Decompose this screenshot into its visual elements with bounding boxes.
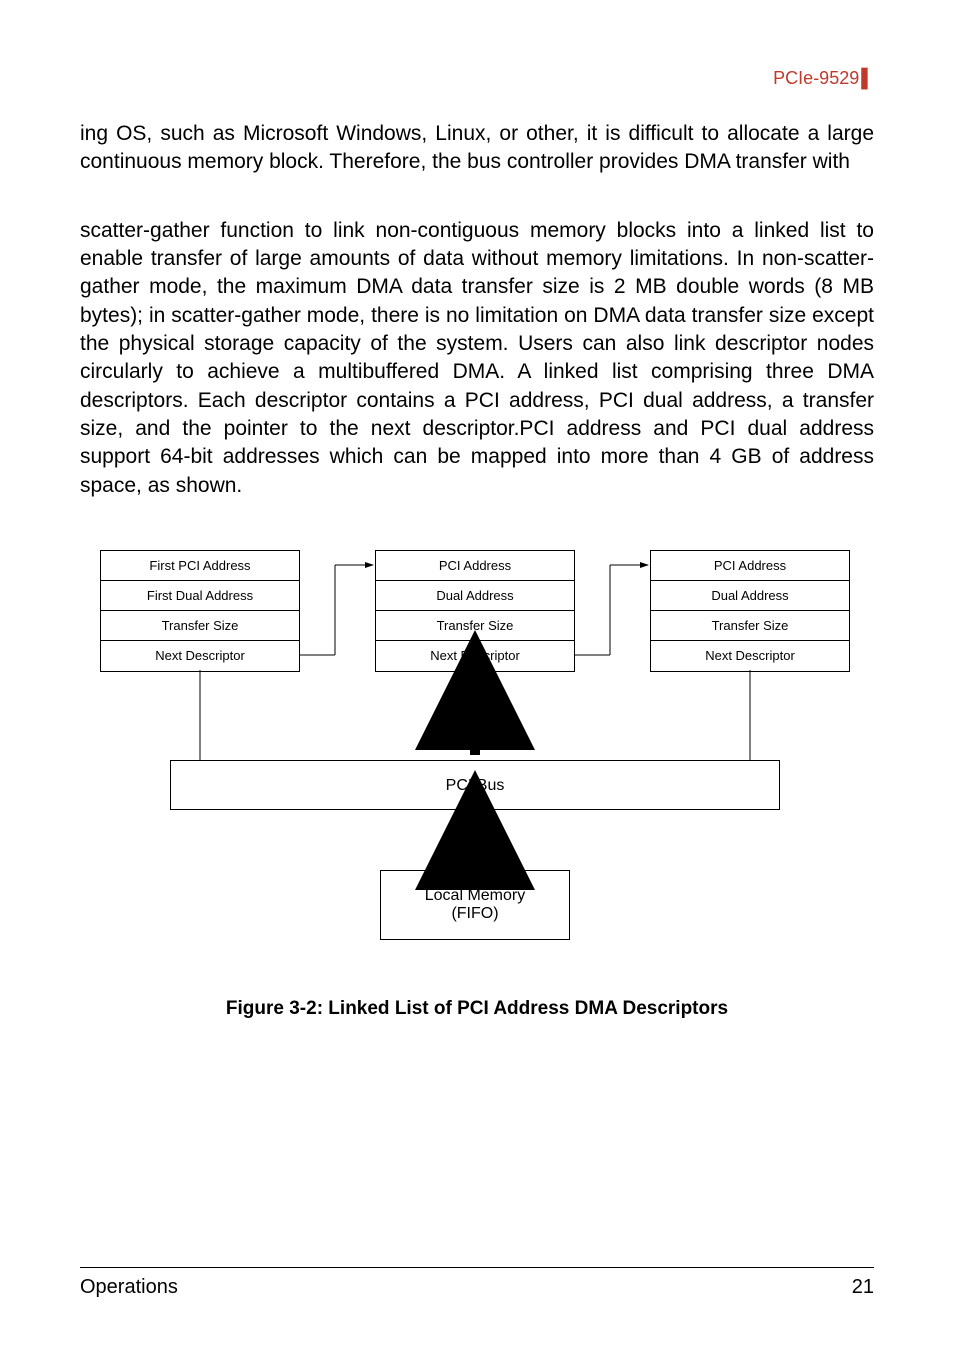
header-product-label: PCIe-9529▌ bbox=[773, 68, 874, 89]
block1-row2: First Dual Address bbox=[101, 581, 299, 611]
block3-row4: Next Descriptor bbox=[651, 641, 849, 671]
block3-row3: Transfer Size bbox=[651, 611, 849, 641]
pci-bus-box: PCI Bus bbox=[170, 760, 780, 810]
paragraph-1: ing OS, such as Microsoft Windows, Linux… bbox=[80, 120, 874, 177]
footer-section: Operations bbox=[80, 1276, 178, 1299]
figure-caption: Figure 3-2: Linked List of PCI Address D… bbox=[80, 998, 874, 1020]
pci-bus-label: PCI Bus bbox=[446, 777, 505, 794]
block2-row3: Transfer Size bbox=[376, 611, 574, 641]
header-bar-icon: ▌ bbox=[859, 68, 874, 88]
block1-row3: Transfer Size bbox=[101, 611, 299, 641]
paragraph-2: scatter-gather function to link non-cont… bbox=[80, 217, 874, 500]
local-memory-box: Local Memory (FIFO) bbox=[380, 870, 570, 940]
page-footer: Operations 21 bbox=[80, 1267, 874, 1299]
block1-row4: Next Descriptor bbox=[101, 641, 299, 671]
dma-diagram: First PCI Address First Dual Address Tra… bbox=[80, 550, 874, 980]
block3-row1: PCI Address bbox=[651, 551, 849, 581]
block3-row2: Dual Address bbox=[651, 581, 849, 611]
descriptor-block-3: PCI Address Dual Address Transfer Size N… bbox=[650, 550, 850, 672]
block2-row4: Next Descriptor bbox=[376, 641, 574, 671]
descriptor-block-1: First PCI Address First Dual Address Tra… bbox=[100, 550, 300, 672]
local-mem-line2: (FIFO) bbox=[381, 905, 569, 923]
local-mem-line1: Local Memory bbox=[381, 887, 569, 905]
footer-page-number: 21 bbox=[852, 1276, 874, 1299]
descriptor-block-2: PCI Address Dual Address Transfer Size N… bbox=[375, 550, 575, 672]
block2-row1: PCI Address bbox=[376, 551, 574, 581]
product-name: PCIe-9529 bbox=[773, 68, 859, 88]
block1-row1: First PCI Address bbox=[101, 551, 299, 581]
block2-row2: Dual Address bbox=[376, 581, 574, 611]
